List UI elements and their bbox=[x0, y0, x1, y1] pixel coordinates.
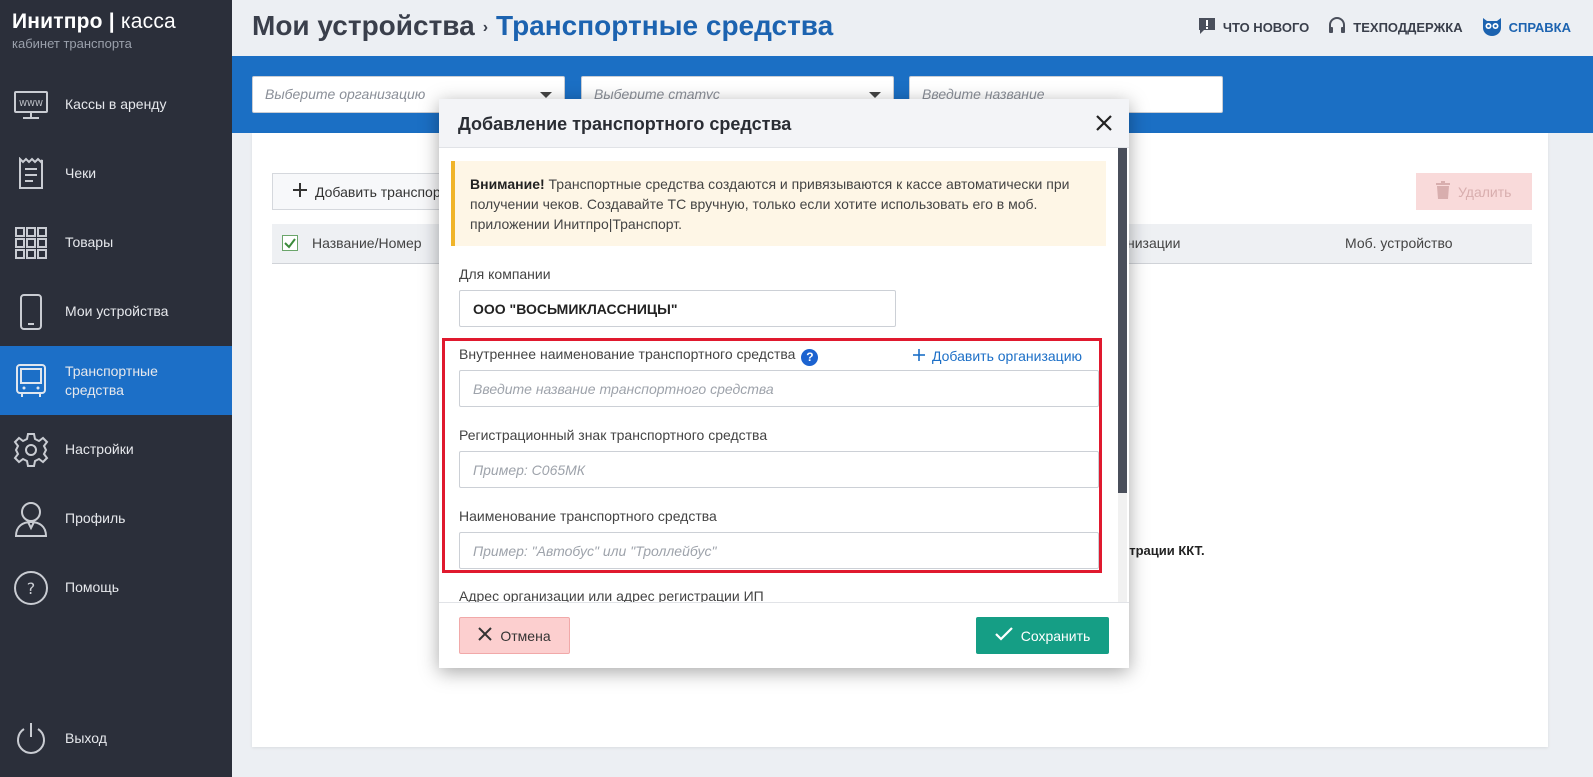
modal-footer: Отмена Сохранить bbox=[439, 602, 1129, 668]
www-monitor-icon: WWW bbox=[12, 86, 50, 124]
brand-logo[interactable]: Инитпро | касса кабинет транспорта bbox=[12, 10, 176, 51]
close-button[interactable] bbox=[1093, 112, 1115, 134]
vehicle-name-input[interactable]: Пример: "Автобус" или "Троллейбус" bbox=[459, 532, 1099, 569]
sidebar-item-label: Помощь bbox=[65, 579, 120, 595]
sidebar-item-rental[interactable]: WWW Кассы в аренду bbox=[0, 70, 232, 139]
add-organization-label: Добавить организацию bbox=[932, 348, 1083, 364]
question-icon[interactable]: ? bbox=[801, 349, 819, 366]
reg-sign-input[interactable]: Пример: С065МК bbox=[459, 451, 1099, 488]
sidebar-item-label: Выход bbox=[65, 730, 107, 746]
internal-name-input[interactable]: Введите название транспортного средства bbox=[459, 370, 1099, 407]
modal-title: Добавление транспортного средства bbox=[458, 114, 792, 134]
add-vehicle-modal: Добавление транспортного средства Вниман… bbox=[439, 99, 1129, 668]
sidebar-item-products[interactable]: Товары bbox=[0, 208, 232, 277]
address-label: Адрес организации или адрес регистрации … bbox=[459, 588, 764, 602]
question-icon: ? bbox=[12, 569, 50, 607]
sidebar-item-my-devices[interactable]: Мои устройства bbox=[0, 277, 232, 346]
gear-icon bbox=[12, 431, 50, 469]
grid-icon bbox=[12, 224, 50, 262]
close-icon bbox=[478, 627, 493, 644]
modal-header: Добавление транспортного средства bbox=[439, 99, 1129, 148]
company-select[interactable]: ООО "ВОСЬМИКЛАССНИЦЫ" bbox=[459, 290, 896, 327]
checkmark-icon bbox=[994, 627, 1013, 644]
sidebar-item-label: Кассы в аренду bbox=[65, 96, 167, 112]
brand-subtitle: кабинет транспорта bbox=[12, 36, 132, 51]
save-button[interactable]: Сохранить bbox=[976, 617, 1109, 654]
svg-text:?: ? bbox=[27, 579, 36, 598]
plus-icon bbox=[913, 348, 925, 364]
modal-body[interactable]: Внимание! Транспортные средства создаютс… bbox=[439, 148, 1129, 602]
phone-icon bbox=[12, 293, 50, 331]
receipt-icon bbox=[12, 155, 50, 193]
brand-title: Инитпро | касса bbox=[12, 10, 176, 33]
cancel-label: Отмена bbox=[500, 627, 551, 644]
sidebar-item-settings[interactable]: Настройки bbox=[0, 415, 232, 484]
close-icon bbox=[1093, 115, 1115, 138]
warning-notice: Внимание! Транспортные средства создаютс… bbox=[451, 161, 1106, 246]
sidebar-item-label: Товары bbox=[65, 234, 114, 250]
reg-sign-label: Регистрационный знак транспортного средс… bbox=[459, 427, 768, 443]
internal-name-label: Внутреннее наименование транспортного ср… bbox=[459, 346, 819, 366]
sidebar-item-label: Мои устройства bbox=[65, 303, 169, 319]
power-icon bbox=[12, 720, 50, 758]
user-icon bbox=[12, 500, 50, 538]
modal-scrollbar[interactable] bbox=[1118, 148, 1127, 602]
sidebar-item-profile[interactable]: Профиль bbox=[0, 484, 232, 553]
sidebar-item-vehicles[interactable]: Транспортные средства bbox=[0, 346, 232, 415]
cancel-button[interactable]: Отмена bbox=[459, 617, 570, 654]
sidebar: Инитпро | касса кабинет транспорта WWW К… bbox=[0, 0, 232, 777]
sidebar-item-receipts[interactable]: Чеки bbox=[0, 139, 232, 208]
notice-title: Внимание! bbox=[470, 176, 545, 192]
sidebar-item-help[interactable]: ? Помощь bbox=[0, 553, 232, 622]
sidebar-item-label: Настройки bbox=[65, 441, 134, 457]
save-label: Сохранить bbox=[1020, 627, 1091, 644]
scroll-thumb[interactable] bbox=[1118, 148, 1127, 493]
notice-text: Транспортные средства создаются и привяз… bbox=[470, 176, 1070, 232]
add-organization-link[interactable]: Добавить организацию bbox=[913, 348, 1082, 364]
sidebar-item-label: Профиль bbox=[65, 510, 126, 526]
company-label: Для компании bbox=[459, 266, 551, 282]
sidebar-item-logout[interactable]: Выход bbox=[0, 704, 232, 773]
svg-text:WWW: WWW bbox=[19, 99, 43, 108]
sidebar-item-label: Транспортные средства bbox=[65, 362, 158, 398]
vehicle-name-label: Наименование транспортного средства bbox=[459, 508, 717, 524]
bus-icon bbox=[12, 362, 50, 400]
sidebar-item-label: Чеки bbox=[65, 165, 97, 181]
